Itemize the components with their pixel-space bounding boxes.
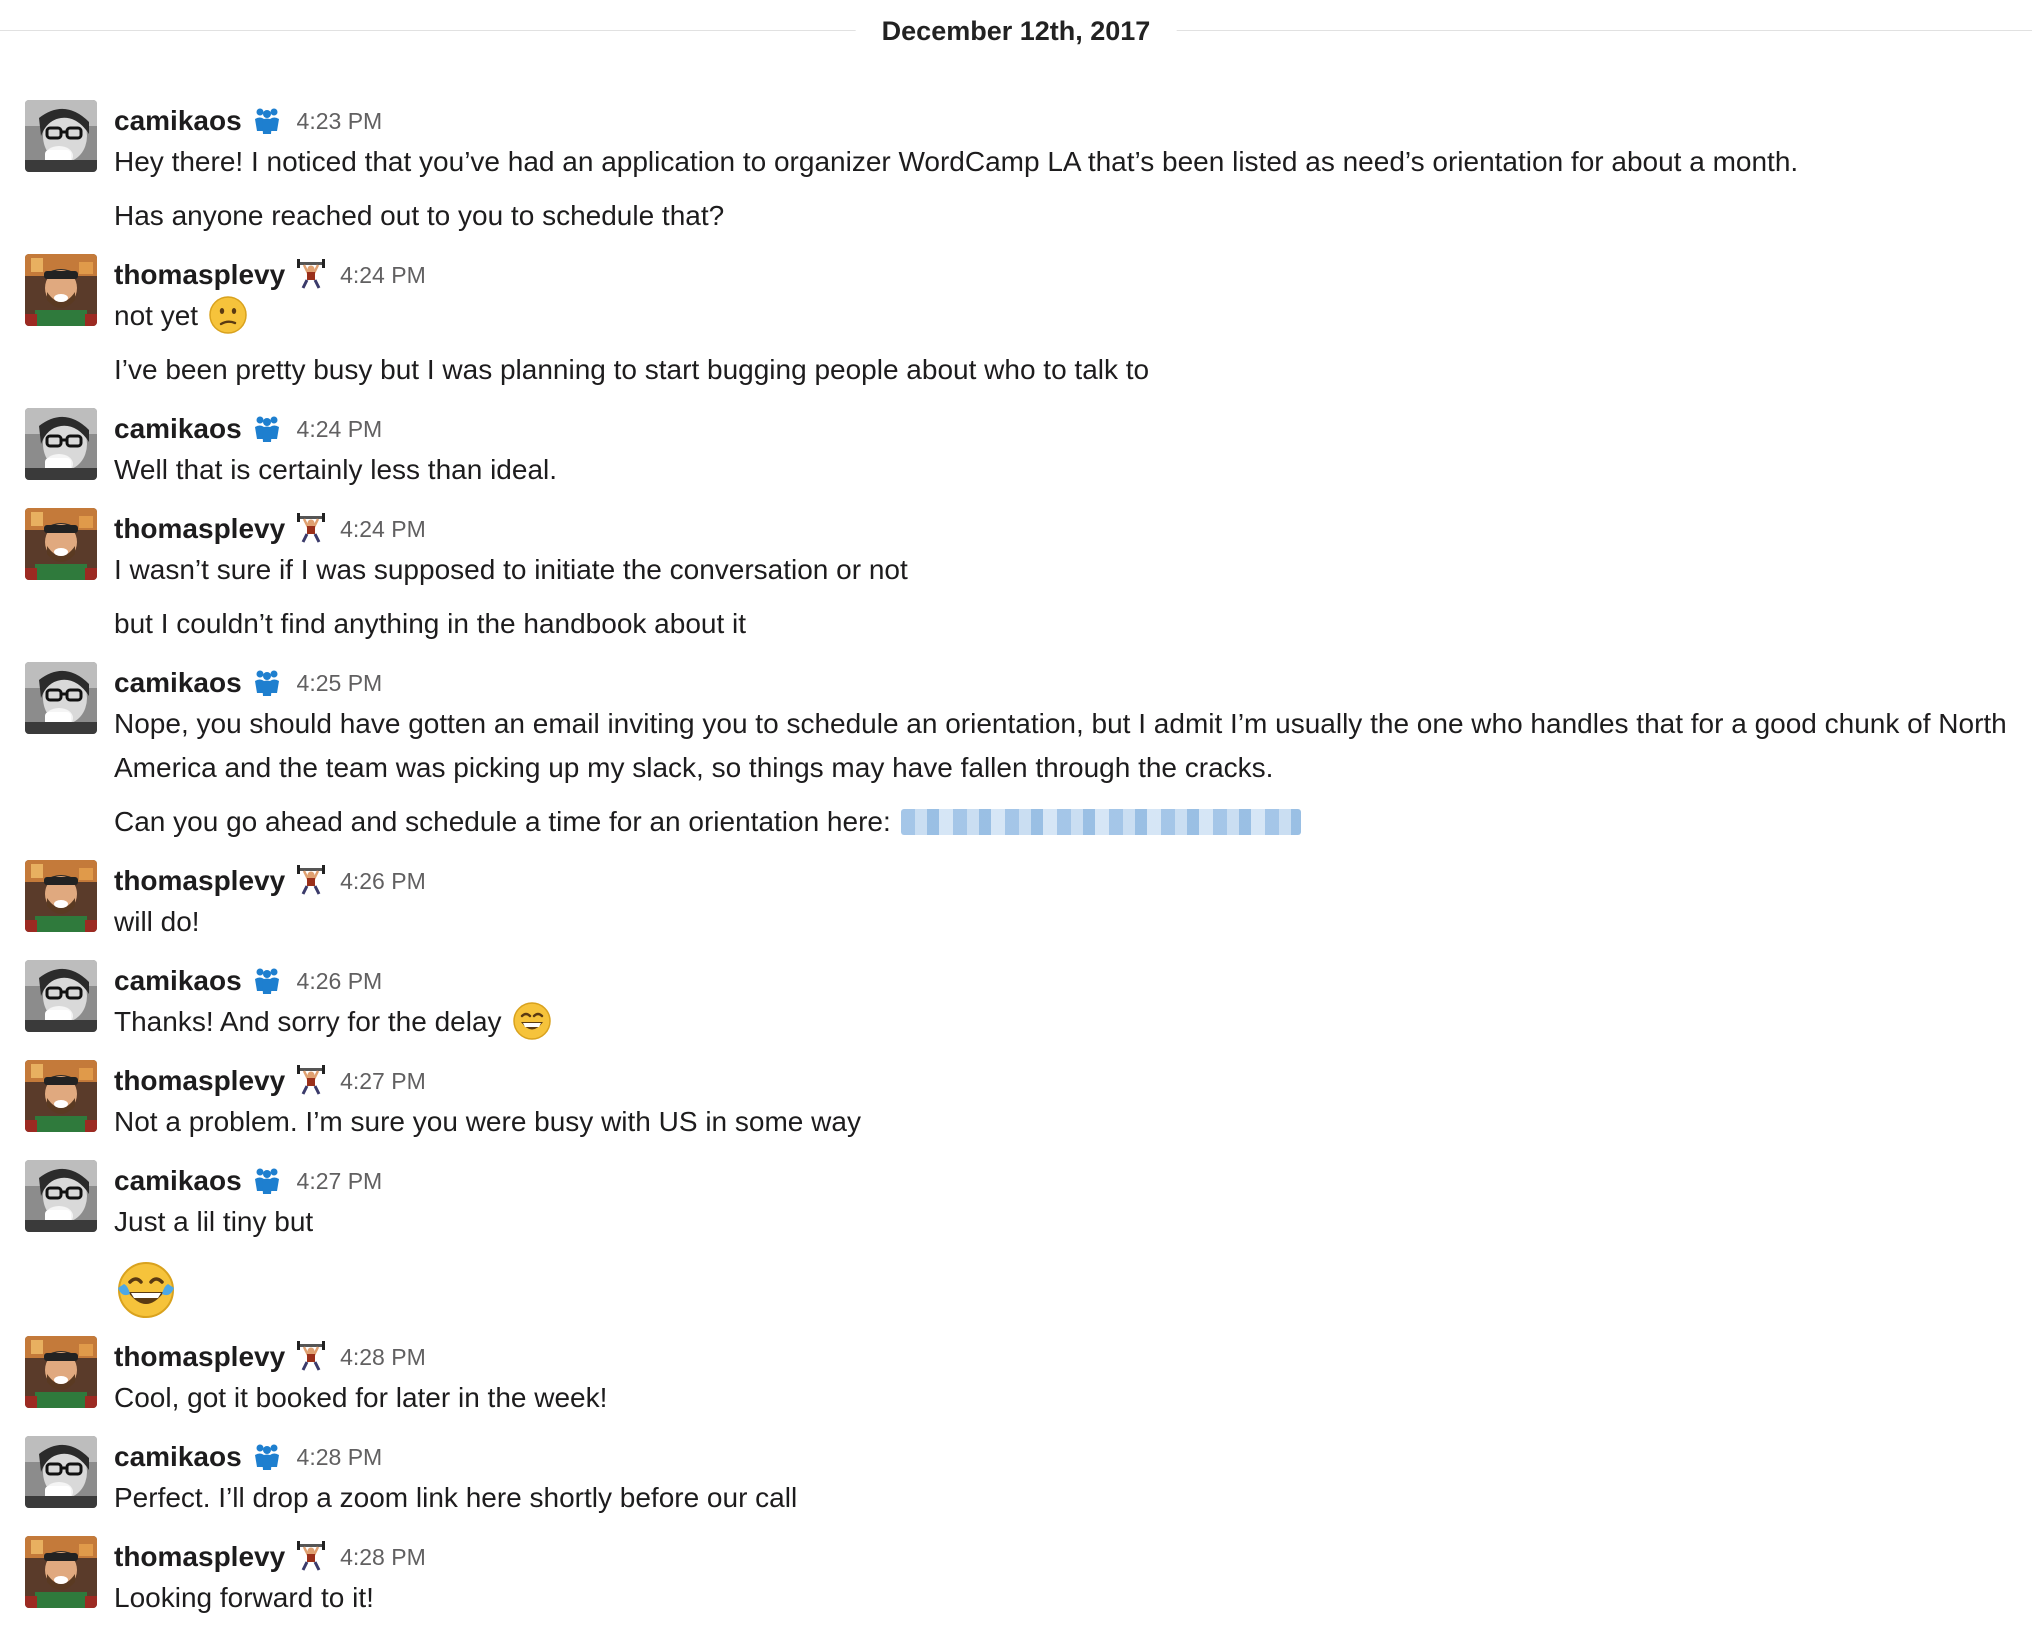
message-header: camikaos 4:23 PM: [114, 100, 382, 142]
weightlifter-icon[interactable]: [296, 1065, 326, 1095]
timestamp[interactable]: 4:28 PM: [340, 1336, 426, 1378]
people-group-icon[interactable]: [252, 1441, 282, 1471]
message-header: thomasplevy 4:24 PM: [114, 508, 426, 550]
author-name[interactable]: thomasplevy: [114, 860, 285, 902]
message-header: thomasplevy 4:26 PM: [114, 860, 426, 902]
message-text: Not a problem. I’m sure you were busy wi…: [114, 1106, 861, 1137]
chat-view: December 12th, 2017 camikaos 4:23 PM Hey…: [0, 0, 2032, 1632]
message-header: camikaos 4:25 PM: [114, 662, 382, 704]
author-name[interactable]: camikaos: [114, 1160, 242, 1202]
message-text: Well that is certainly less than ideal.: [114, 454, 558, 485]
author-name[interactable]: thomasplevy: [114, 254, 285, 296]
message-text: Nope, you should have gotten an email in…: [114, 708, 2007, 783]
author-name[interactable]: thomasplevy: [114, 1536, 285, 1578]
tears-of-joy-emoji[interactable]: [114, 1258, 178, 1322]
author-name[interactable]: camikaos: [114, 662, 242, 704]
people-group-icon[interactable]: [252, 1165, 282, 1195]
avatar[interactable]: [25, 1336, 97, 1408]
message-text: not yet: [114, 294, 248, 338]
author-name[interactable]: thomasplevy: [114, 1060, 285, 1102]
avatar[interactable]: [25, 1160, 97, 1232]
author-name[interactable]: camikaos: [114, 960, 242, 1002]
timestamp[interactable]: 4:26 PM: [340, 860, 426, 902]
confused-face-emoji[interactable]: [208, 295, 248, 335]
avatar[interactable]: [25, 662, 97, 734]
author-name[interactable]: camikaos: [114, 1436, 242, 1478]
avatar[interactable]: [25, 508, 97, 580]
message-text-content: Can you go ahead and schedule a time for…: [114, 806, 891, 837]
date-label[interactable]: December 12th, 2017: [855, 14, 1177, 48]
avatar[interactable]: [25, 254, 97, 326]
grinning-face-emoji[interactable]: [512, 1001, 552, 1041]
weightlifter-icon[interactable]: [296, 513, 326, 543]
message-text: Perfect. I’ll drop a zoom link here shor…: [114, 1482, 798, 1513]
message-text: Looking forward to it!: [114, 1582, 374, 1613]
message-header: camikaos 4:26 PM: [114, 960, 382, 1002]
timestamp[interactable]: 4:27 PM: [340, 1060, 426, 1102]
weightlifter-icon[interactable]: [296, 865, 326, 895]
message-text: I wasn’t sure if I was supposed to initi…: [114, 554, 908, 585]
timestamp[interactable]: 4:28 PM: [340, 1536, 426, 1578]
author-name[interactable]: camikaos: [114, 408, 242, 450]
avatar[interactable]: [25, 408, 97, 480]
people-group-icon[interactable]: [252, 667, 282, 697]
message-text: will do!: [114, 906, 200, 937]
author-name[interactable]: thomasplevy: [114, 508, 285, 550]
message-header: camikaos 4:27 PM: [114, 1160, 382, 1202]
message-header: camikaos 4:24 PM: [114, 408, 382, 450]
timestamp[interactable]: 4:25 PM: [297, 662, 383, 704]
avatar[interactable]: [25, 860, 97, 932]
author-name[interactable]: thomasplevy: [114, 1336, 285, 1378]
avatar[interactable]: [25, 1060, 97, 1132]
message-header: thomasplevy 4:28 PM: [114, 1536, 426, 1578]
message-text: Can you go ahead and schedule a time for…: [114, 800, 1301, 844]
timestamp[interactable]: 4:28 PM: [297, 1436, 383, 1478]
message-header: thomasplevy 4:27 PM: [114, 1060, 426, 1102]
avatar[interactable]: [25, 960, 97, 1032]
date-divider: December 12th, 2017: [0, 14, 2032, 48]
message-text: Cool, got it booked for later in the wee…: [114, 1382, 608, 1413]
people-group-icon[interactable]: [252, 105, 282, 135]
timestamp[interactable]: 4:24 PM: [340, 254, 426, 296]
avatar[interactable]: [25, 100, 97, 172]
message-text: Has anyone reached out to you to schedul…: [114, 200, 725, 231]
timestamp[interactable]: 4:27 PM: [297, 1160, 383, 1202]
people-group-icon[interactable]: [252, 965, 282, 995]
message-text-content: Thanks! And sorry for the delay: [114, 1006, 502, 1037]
timestamp[interactable]: 4:24 PM: [297, 408, 383, 450]
message-text: Just a lil tiny but: [114, 1206, 314, 1237]
avatar[interactable]: [25, 1436, 97, 1508]
message-text: Thanks! And sorry for the delay: [114, 1000, 552, 1044]
weightlifter-icon[interactable]: [296, 1341, 326, 1371]
weightlifter-icon[interactable]: [296, 1541, 326, 1571]
message-header: camikaos 4:28 PM: [114, 1436, 382, 1478]
people-group-icon[interactable]: [252, 413, 282, 443]
message-text-content: not yet: [114, 300, 199, 331]
weightlifter-icon[interactable]: [296, 259, 326, 289]
redacted-link[interactable]: [900, 808, 1301, 835]
message-text: Hey there! I noticed that you’ve had an …: [114, 146, 1799, 177]
timestamp[interactable]: 4:26 PM: [297, 960, 383, 1002]
timestamp[interactable]: 4:23 PM: [297, 100, 383, 142]
avatar[interactable]: [25, 1536, 97, 1608]
message-text: but I couldn’t find anything in the hand…: [114, 608, 747, 639]
message-text: I’ve been pretty busy but I was planning…: [114, 354, 1150, 385]
message-header: thomasplevy 4:28 PM: [114, 1336, 426, 1378]
author-name[interactable]: camikaos: [114, 100, 242, 142]
message-header: thomasplevy 4:24 PM: [114, 254, 426, 296]
timestamp[interactable]: 4:24 PM: [340, 508, 426, 550]
